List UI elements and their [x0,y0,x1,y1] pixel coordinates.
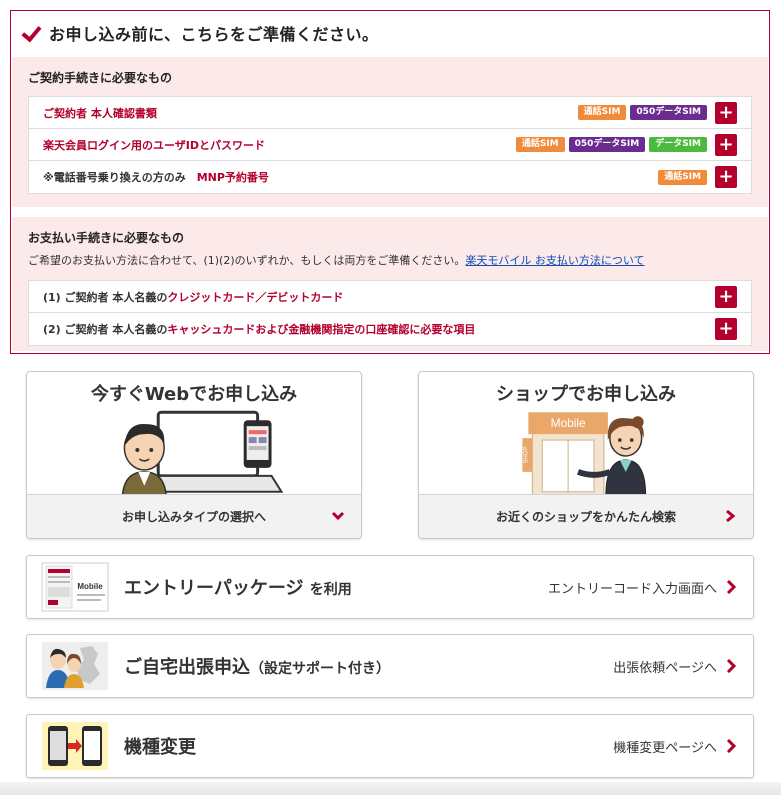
contract-requirements-section: ご契約手続きに必要なもの ご契約者 本人確認書類 通話SIM 050データSIM… [12,57,768,207]
badge-talk-sim: 通話SIM [515,137,565,152]
device-change-title: 機種変更 [124,737,196,758]
web-apply-footer-label: お申し込みタイプの選択へ [121,510,266,524]
entry-package-link-text: エントリーコード入力画面へ [547,581,717,597]
payment-label: (2) ご契約者 本人名義のキャッシュカードおよび金融機関指定の口座確認に必要な… [43,323,476,336]
shop-apply-card[interactable]: ショップでお申し込み Mobile SHOP お近くのショップをかんたん検索 [418,371,754,539]
thumb-brand-text: Mobile [77,582,103,591]
web-apply-footer[interactable]: お申し込みタイプの選択へ [27,494,361,538]
requirement-row-mnp[interactable]: ※電話番号乗り換えの方のみ MNP予約番号 通話SIM + [29,161,751,193]
chevron-right-icon [726,580,737,594]
chevron-right-icon [726,509,736,523]
chevron-down-icon [331,511,345,521]
badge-050-data-sim: 050データSIM [568,137,646,152]
requirement-label: 楽天会員ログイン用のユーザIDとパスワード [43,138,266,152]
preparation-box: お申し込み前に、こちらをご準備ください。 ご契約手続きに必要なもの ご契約者 本… [10,10,770,354]
requirement-label: ご契約者 本人確認書類 [43,106,157,120]
contract-requirements-title: ご契約手続きに必要なもの [28,71,173,85]
badge-050-data-sim: 050データSIM [630,105,707,120]
expand-plus-icon[interactable]: + [715,318,737,340]
home-visit-thumbnail [42,642,108,690]
requirement-row-id-document[interactable]: ご契約者 本人確認書類 通話SIM 050データSIM + [29,97,751,129]
chevron-right-icon [726,659,737,673]
device-change-link-text: 機種変更ページへ [613,740,717,756]
badge-talk-sim: 通話SIM [577,105,627,120]
payment-requirements-title: お支払い手続きに必要なもの [28,231,185,245]
payment-row-bank-account[interactable]: (2) ご契約者 本人名義のキャッシュカードおよび金融機関指定の口座確認に必要な… [29,313,751,345]
entry-package-title: エントリーパッケージ を利用 [124,578,352,599]
entry-package-thumbnail: Mobile [41,562,109,612]
expand-plus-icon[interactable]: + [715,285,737,308]
badge-data-sim: データSIM [649,137,707,152]
shop-vertical-sign: SHOP [523,447,529,464]
preparation-header: お申し込み前に、こちらをご準備ください。 [11,11,769,54]
sim-badges: 通話SIM 050データSIM データSIM [515,137,707,152]
device-change-thumbnail [42,722,108,770]
payment-requirements-list: (1) ご契約者 本人名義のクレジットカード／デビットカード + (2) ご契約… [28,280,752,346]
store-sign-text: Mobile [551,416,586,430]
payment-label: (1) ご契約者 本人名義のクレジットカード／デビットカード [43,290,344,304]
expand-plus-icon[interactable]: + [715,133,737,156]
person-laptop-illustration [121,410,284,496]
payment-requirements-section: お支払い手続きに必要なもの ご希望のお支払い方法に合わせて、(1)(2)のいずれ… [12,217,768,351]
web-apply-title: 今すぐWebでお申し込み [90,384,298,405]
payment-methods-link[interactable]: 楽天モバイル お支払い方法について [465,254,644,267]
preparation-title: お申し込み前に、こちらをご準備ください。 [49,24,379,44]
device-change-link[interactable]: 機種変更 機種変更ページへ [26,714,754,778]
bottom-shade [0,782,781,795]
requirement-row-login-id[interactable]: 楽天会員ログイン用のユーザIDとパスワード 通話SIM 050データSIM デー… [29,129,751,161]
web-apply-card[interactable]: 今すぐWebでお申し込み お申し込みタイプの選択へ [26,371,362,539]
contract-requirements-list: ご契約者 本人確認書類 通話SIM 050データSIM + 楽天会員ログイン用の… [28,96,752,194]
check-icon [21,23,41,43]
home-visit-link-text: 出張依頼ページへ [613,660,717,676]
expand-plus-icon[interactable]: + [715,101,737,124]
chevron-right-icon [726,739,737,753]
badge-talk-sim: 通話SIM [658,169,707,185]
shop-apply-title: ショップでお申し込み [496,384,676,405]
shop-apply-footer[interactable]: お近くのショップをかんたん検索 [419,494,753,538]
sim-badges: 通話SIM 050データSIM [577,105,707,120]
expand-plus-icon[interactable]: + [715,166,737,188]
entry-package-link[interactable]: Mobile エントリーパッケージ を利用 エントリーコード入力画面へ [26,555,754,619]
payment-note: ご希望のお支払い方法に合わせて、(1)(2)のいずれか、もしくは両方をご準備くだ… [28,254,645,267]
shop-clerk-illustration: Mobile SHOP [522,412,647,496]
payment-row-credit-card[interactable]: (1) ご契約者 本人名義のクレジットカード／デビットカード + [29,281,751,313]
home-visit-title: ご自宅出張申込（設定サポート付き） [124,657,390,678]
sim-badges: 通話SIM [658,169,707,185]
requirement-label: ※電話番号乗り換えの方のみ MNP予約番号 [43,171,269,184]
home-visit-link[interactable]: ご自宅出張申込（設定サポート付き） 出張依頼ページへ [26,634,754,698]
shop-apply-footer-label: お近くのショップをかんたん検索 [495,510,676,524]
